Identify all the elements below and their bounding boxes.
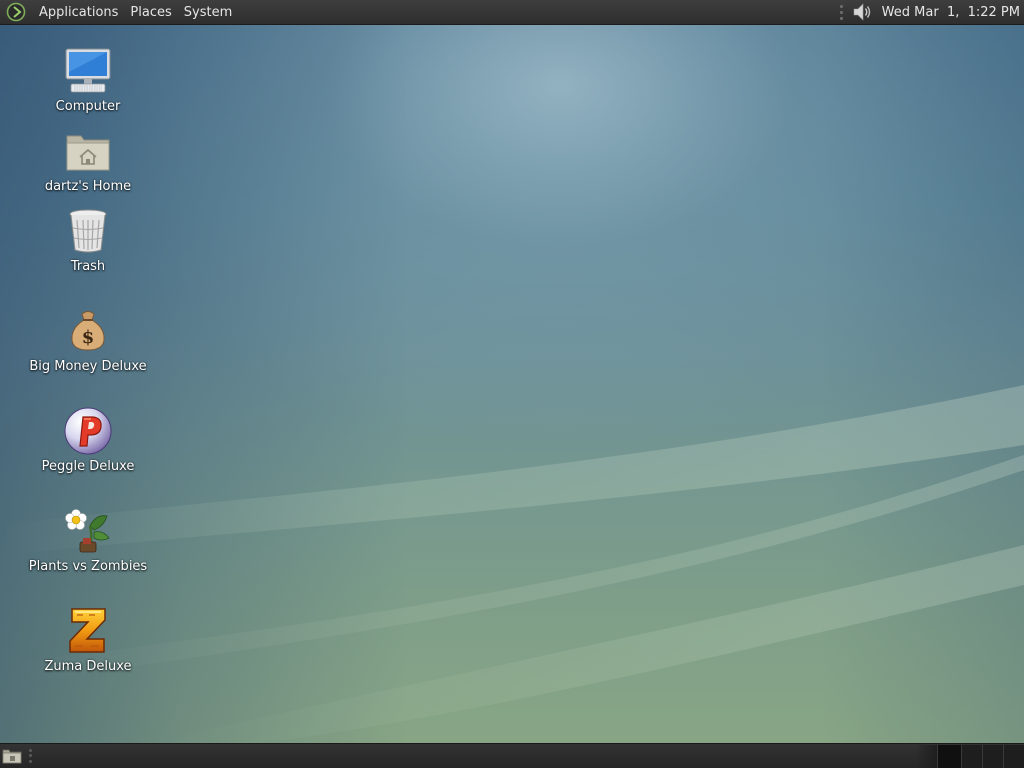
- desktop-icon-plants-vs-zombies[interactable]: Plants vs Zombies: [28, 505, 148, 574]
- desktop-icon-label: Peggle Deluxe: [41, 459, 135, 474]
- menu-system[interactable]: System: [178, 0, 238, 25]
- desktop-icon-label: Zuma Deluxe: [44, 659, 132, 674]
- desktop-icon-home[interactable]: dartz's Home: [28, 125, 148, 194]
- workspace-2[interactable]: [961, 745, 982, 768]
- desktop-icon-trash[interactable]: Trash: [28, 205, 148, 274]
- money-bag-icon: $: [62, 305, 114, 357]
- desktop-icon-zuma[interactable]: Zuma Deluxe: [28, 605, 148, 674]
- bottom-panel: [0, 743, 1024, 768]
- panel-drag-handle[interactable]: [839, 3, 845, 21]
- distro-logo-icon[interactable]: [5, 1, 27, 23]
- home-folder-icon: [62, 125, 114, 177]
- svg-text:$: $: [82, 327, 95, 348]
- workspace-4[interactable]: [1003, 745, 1024, 768]
- desktop-icon-label: Big Money Deluxe: [29, 359, 147, 374]
- workspace-switcher-edge: [915, 745, 937, 768]
- desktop-icon-computer[interactable]: Computer: [28, 45, 148, 114]
- top-panel-tray: Wed Mar 1, 1:22 PM: [839, 0, 1024, 25]
- desktop-icon-label: Computer: [55, 99, 121, 114]
- desktop-wallpaper[interactable]: [0, 25, 1024, 743]
- desktop-icon-label: Trash: [70, 259, 106, 274]
- top-panel: Applications Places System Wed Mar 1, 1:…: [0, 0, 1024, 25]
- volume-icon[interactable]: [851, 1, 873, 23]
- workspace-switcher: [915, 745, 1024, 768]
- plants-vs-zombies-icon: [62, 505, 114, 557]
- trash-icon: [62, 205, 114, 257]
- clock[interactable]: Wed Mar 1, 1:22 PM: [882, 5, 1020, 20]
- desktop-icon-label: dartz's Home: [44, 179, 132, 194]
- workspace-3[interactable]: [982, 745, 1003, 768]
- workspace-1[interactable]: [937, 745, 961, 768]
- show-desktop-icon[interactable]: [2, 747, 22, 765]
- computer-icon: [62, 45, 114, 97]
- desktop-icon-peggle[interactable]: Peggle Deluxe: [28, 405, 148, 474]
- menu-places[interactable]: Places: [124, 0, 177, 25]
- desktop-icon-big-money[interactable]: $ Big Money Deluxe: [28, 305, 148, 374]
- peggle-icon: [62, 405, 114, 457]
- zuma-icon: [62, 605, 114, 657]
- menu-applications[interactable]: Applications: [33, 0, 124, 25]
- wallpaper-swooshes: [0, 385, 1024, 743]
- panel-drag-handle[interactable]: [27, 748, 33, 764]
- desktop-icon-label: Plants vs Zombies: [28, 559, 148, 574]
